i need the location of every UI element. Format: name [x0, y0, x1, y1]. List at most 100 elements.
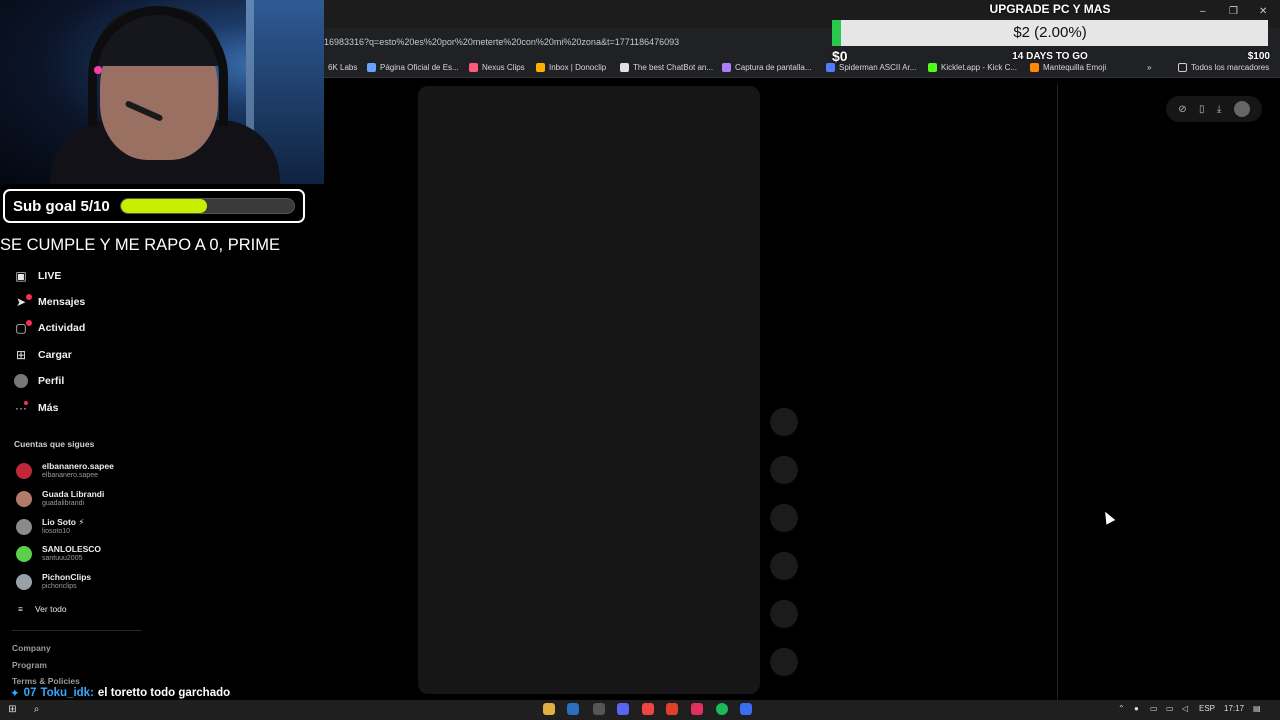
- bookmark-label: Inbox | Donoclip: [549, 62, 607, 72]
- repost-button[interactable]: [770, 600, 798, 628]
- video-player-placeholder[interactable]: [418, 86, 760, 694]
- goal-days-left: 14 DAYS TO GO: [1012, 51, 1088, 62]
- bookmark-item[interactable]: 6K Labs: [328, 61, 357, 73]
- bookmark-favicon-icon: [620, 62, 629, 72]
- sidebar-item-perfil[interactable]: Perfil: [14, 372, 64, 390]
- volume-icon[interactable]: ◁: [1182, 704, 1188, 713]
- sidebar-item-label: Cargar: [38, 349, 72, 361]
- bookmark-button[interactable]: [770, 504, 798, 532]
- live-icon: ▣: [15, 269, 27, 283]
- goal-max-label: $100: [1247, 51, 1270, 62]
- notification-dot: [24, 401, 28, 405]
- sidebar-item-actividad[interactable]: ▢ Actividad: [14, 319, 85, 337]
- microphone-tray-icon[interactable]: ●: [1134, 704, 1139, 713]
- followed-account[interactable]: Lio Soto ⚡ liosoto10: [16, 517, 84, 536]
- clock-app-icon[interactable]: [593, 703, 605, 715]
- account-name: Guada Librandi: [42, 489, 105, 499]
- bookmark-item[interactable]: Nexus Clips: [469, 61, 525, 73]
- following-section-title: Cuentas que sigues: [14, 439, 95, 449]
- bookmark-label: Nexus Clips: [482, 62, 525, 72]
- bookmark-favicon-icon: [469, 62, 478, 72]
- account-name: elbananero.sapee: [42, 461, 114, 471]
- bookmark-item[interactable]: The best ChatBot an...: [620, 61, 713, 73]
- account-handle: elbananero.sapee: [42, 472, 99, 479]
- chat-message: ✦ 07 Toku_idk: el toretto todo garchado: [10, 686, 230, 700]
- chat-badge: 07: [23, 687, 37, 699]
- column-divider: [1057, 84, 1058, 700]
- see-all-label: Ver todo: [34, 604, 67, 614]
- url-text[interactable]: 16983316?q=esto%20es%20por%20meterte%20c…: [324, 37, 679, 47]
- sub-goal-progress-fill: [120, 199, 208, 213]
- clock-time[interactable]: 17:17: [1224, 704, 1244, 713]
- like-button[interactable]: [770, 408, 798, 436]
- goal-amount: $2 (2.00%): [1013, 24, 1087, 41]
- notification-dot: [26, 320, 32, 326]
- sidebar-item-cargar[interactable]: ⊞ Cargar: [14, 346, 72, 364]
- goal-title: UPGRADE PC Y MAS: [989, 2, 1111, 16]
- footer-link-company[interactable]: Company: [12, 643, 51, 653]
- followed-account[interactable]: PichonClips pichonclips: [16, 572, 91, 591]
- language-indicator[interactable]: ESP: [1199, 704, 1215, 713]
- notification-dot: [26, 294, 32, 300]
- bookmark-item[interactable]: Página Oficial de Es...: [367, 61, 459, 73]
- compass-icon[interactable]: ⊘: [1178, 104, 1186, 115]
- headset-led: [94, 66, 102, 74]
- sidebar-item-live[interactable]: ▣ LIVE: [14, 267, 61, 285]
- steam-icon[interactable]: [567, 703, 579, 715]
- chrome-icon[interactable]: [642, 703, 654, 715]
- bookmark-label: The best ChatBot an...: [633, 62, 714, 72]
- avatar: [16, 462, 32, 479]
- webcam-overlay: [0, 0, 324, 184]
- phone-icon[interactable]: ▯: [1199, 104, 1205, 115]
- search-icon[interactable]: ⌕: [30, 703, 43, 716]
- file-explorer-icon[interactable]: [543, 703, 555, 715]
- followed-account[interactable]: elbananero.sapee elbananero.sapee: [16, 461, 114, 480]
- media-player-icon[interactable]: [691, 703, 703, 715]
- bookmark-item[interactable]: Captura de pantalla...: [722, 61, 812, 73]
- avatar: [16, 573, 32, 590]
- display-icon[interactable]: ▭: [1166, 704, 1174, 713]
- account-name: SANLOLESCO: [42, 544, 102, 554]
- sub-goal-progress-track: [119, 198, 295, 214]
- bookmark-label: 6K Labs: [328, 62, 358, 72]
- see-all-button[interactable]: ≡ Ver todo: [18, 604, 67, 614]
- followed-account[interactable]: SANLOLESCO santuuu2005: [16, 544, 101, 563]
- spotify-icon[interactable]: [716, 703, 728, 715]
- comment-button[interactable]: [770, 456, 798, 484]
- sidebar-item-mas[interactable]: ··· Más: [14, 399, 58, 417]
- windows-start-icon[interactable]: ⊞: [6, 703, 19, 716]
- donation-goal-widget: UPGRADE PC Y MAS $2 (2.00%) $0 14 DAYS T…: [830, 0, 1270, 64]
- sub-goal-label: Sub goal 5/10: [13, 197, 110, 215]
- sidebar-item-label: Mensajes: [38, 296, 86, 308]
- list-icon: ≡: [18, 604, 23, 614]
- network-icon[interactable]: ▭: [1150, 704, 1158, 713]
- sidebar-item-label: LIVE: [38, 270, 62, 282]
- footer-link-terms[interactable]: Terms & Policies: [12, 676, 80, 686]
- app-icon[interactable]: [740, 703, 752, 715]
- bookmark-item[interactable]: Inbox | Donoclip: [536, 61, 606, 73]
- tray-chevron-icon[interactable]: ⌃: [1118, 704, 1125, 713]
- chat-text: el toretto todo garchado: [97, 687, 231, 699]
- brave-icon[interactable]: [666, 703, 678, 715]
- goal-progress-bar: $2 (2.00%): [832, 20, 1268, 46]
- account-handle: santuuu2005: [42, 555, 83, 562]
- windows-taskbar: [0, 700, 1280, 720]
- discord-icon[interactable]: [617, 703, 629, 715]
- footer-link-program[interactable]: Program: [12, 660, 47, 670]
- bookmark-favicon-icon: [367, 62, 376, 72]
- sidebar-item-label: Más: [38, 402, 59, 414]
- avatar: [16, 518, 32, 535]
- download-icon[interactable]: ⤓: [1217, 104, 1221, 115]
- avatar-icon[interactable]: [1233, 101, 1250, 117]
- sword-icon: ✦: [10, 688, 20, 700]
- bookmark-favicon-icon: [722, 62, 731, 72]
- music-disc-button[interactable]: [770, 648, 798, 676]
- account-name: PichonClips: [42, 572, 92, 582]
- account-handle: pichonclips: [42, 583, 77, 590]
- notifications-icon[interactable]: ▤: [1253, 704, 1261, 713]
- avatar: [16, 545, 32, 562]
- chat-username: Toku_idk:: [40, 687, 94, 699]
- sidebar-item-mensajes[interactable]: ➤ Mensajes: [14, 293, 85, 311]
- followed-account[interactable]: Guada Librandi guadalibrandi: [16, 489, 104, 508]
- share-button[interactable]: [770, 552, 798, 580]
